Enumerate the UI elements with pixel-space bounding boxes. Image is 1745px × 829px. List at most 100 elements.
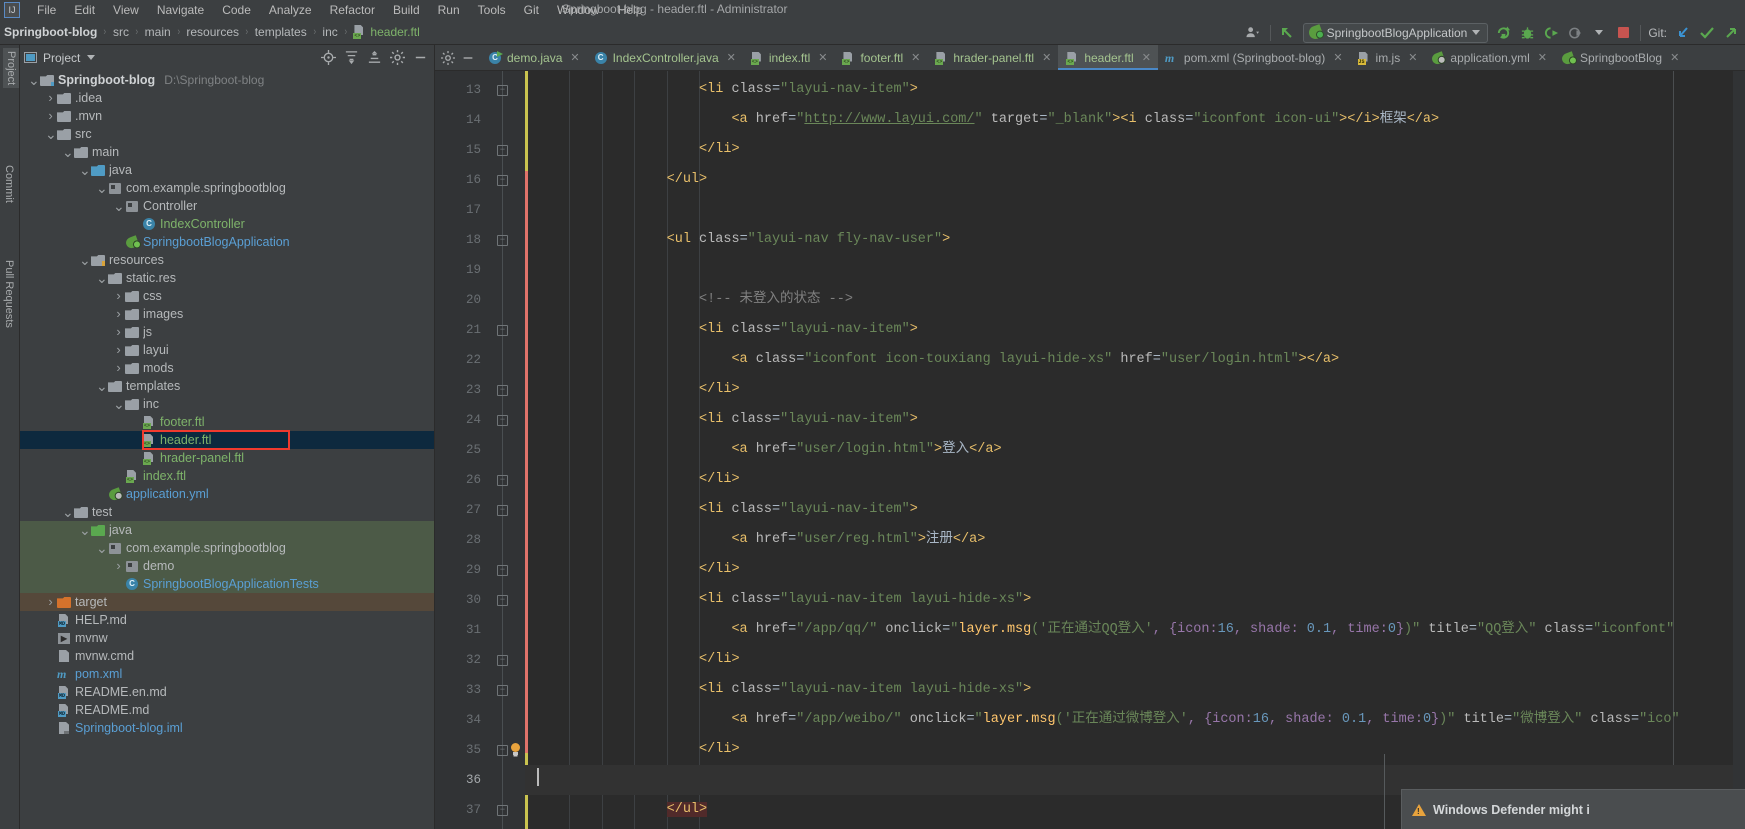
tree-item-target[interactable]: › target xyxy=(20,593,434,611)
menu-git[interactable]: Git xyxy=(515,1,548,19)
code-line[interactable] xyxy=(525,195,1745,225)
git-commit-icon[interactable] xyxy=(1695,22,1719,44)
tree-item-resources[interactable]: ⌄ resources xyxy=(20,251,434,269)
chevron-right-icon[interactable]: › xyxy=(45,91,56,105)
code-line[interactable]: <a href="user/reg.html">注册</a> xyxy=(525,525,1745,555)
tree-item-com-example-springbootblog[interactable]: ⌄ com.example.springbootblog xyxy=(20,539,434,557)
code-fold-icon[interactable]: − xyxy=(497,85,508,96)
chevron-down-icon[interactable]: ⌄ xyxy=(96,271,108,285)
chevron-right-icon[interactable]: › xyxy=(113,325,124,339)
code-fold-icon[interactable]: − xyxy=(497,415,508,426)
chevron-down-icon[interactable]: ⌄ xyxy=(96,541,108,555)
editor-tab-indexcontroller-java[interactable]: C IndexController.java ✕ xyxy=(587,45,743,70)
breadcrumb-item-resources[interactable]: resources xyxy=(186,25,239,39)
profile-icon[interactable] xyxy=(1563,22,1587,44)
code-editor[interactable]: 12−13−1415−16−1718−192021−2223−24−2526−2… xyxy=(435,71,1745,829)
chevron-down-icon[interactable]: ⌄ xyxy=(79,523,91,537)
editor-gutter[interactable]: 12−13−1415−16−1718−192021−2223−24−2526−2… xyxy=(435,71,525,829)
menu-navigate[interactable]: Navigate xyxy=(148,1,213,19)
code-line[interactable]: </li> xyxy=(525,465,1745,495)
run-configuration-selector[interactable]: SpringbootBlogApplication xyxy=(1302,22,1489,43)
tree-item-index-ftl[interactable]: index.ftl xyxy=(20,467,434,485)
tree-item-static-res[interactable]: ⌄ static.res xyxy=(20,269,434,287)
chevron-right-icon[interactable]: › xyxy=(113,343,124,357)
breadcrumb-item-file[interactable]: header.ftl xyxy=(370,25,419,39)
gear-icon[interactable] xyxy=(438,47,458,69)
tree-item-hrader-panel-ftl[interactable]: hrader-panel.ftl xyxy=(20,449,434,467)
tree-item-help-md[interactable]: HELP.md xyxy=(20,611,434,629)
tree-item-footer-ftl[interactable]: footer.ftl xyxy=(20,413,434,431)
chevron-down-icon[interactable]: ⌄ xyxy=(28,73,40,87)
editor-tab-header-ftl[interactable]: header.ftl ✕ xyxy=(1058,45,1158,70)
tree-item-java[interactable]: ⌄ java xyxy=(20,521,434,539)
git-update-icon[interactable] xyxy=(1671,22,1695,44)
code-line[interactable]: <li class="layui-nav-item layui-hide-xs"… xyxy=(525,675,1745,705)
close-icon[interactable]: ✕ xyxy=(1042,51,1051,64)
code-line[interactable]: </ul> xyxy=(525,165,1745,195)
code-line[interactable]: <li class="layui-nav-item"> xyxy=(525,405,1745,435)
tool-window-button-project[interactable]: Project xyxy=(3,48,19,89)
code-line[interactable]: <ul class="layui-nav fly-nav-user"> xyxy=(525,225,1745,255)
tree-item-mvnw[interactable]: ▶ mvnw xyxy=(20,629,434,647)
tree-item-css[interactable]: › css xyxy=(20,287,434,305)
tree-item-readme-en-md[interactable]: README.en.md xyxy=(20,683,434,701)
tree-item-controller[interactable]: ⌄ Controller xyxy=(20,197,434,215)
locate-icon[interactable] xyxy=(317,46,340,69)
code-fold-icon[interactable]: − xyxy=(497,505,508,516)
expand-all-icon[interactable] xyxy=(340,46,363,69)
code-line[interactable]: <li class="layui-nav-item"> xyxy=(525,315,1745,345)
editor-tab-footer-ftl[interactable]: footer.ftl ✕ xyxy=(834,45,927,70)
close-icon[interactable]: ✕ xyxy=(1333,51,1342,64)
close-icon[interactable]: ✕ xyxy=(1670,51,1679,64)
chevron-down-icon[interactable]: ⌄ xyxy=(79,253,91,267)
tree-item-main[interactable]: ⌄ main xyxy=(20,143,434,161)
code-fold-icon[interactable]: − xyxy=(497,685,508,696)
run-with-coverage-icon[interactable] xyxy=(1539,22,1563,44)
tree-item-demo[interactable]: › demo xyxy=(20,557,434,575)
tree-item-springbootblogapplicationtests[interactable]: C SpringbootBlogApplicationTests xyxy=(20,575,434,593)
code-line[interactable]: </li> xyxy=(525,375,1745,405)
chevron-right-icon[interactable]: › xyxy=(113,361,124,375)
chevron-down-icon[interactable]: ⌄ xyxy=(79,163,91,177)
code-fold-icon[interactable]: − xyxy=(497,385,508,396)
close-icon[interactable]: ✕ xyxy=(911,51,920,64)
tree-item-header-ftl[interactable]: header.ftl xyxy=(20,431,434,449)
menu-refactor[interactable]: Refactor xyxy=(321,1,384,19)
tool-window-button-pull-requests[interactable]: Pull Requests xyxy=(3,260,15,328)
tree-item-idea[interactable]: › .idea xyxy=(20,89,434,107)
code-line[interactable]: <!-- 未登入的状态 --> xyxy=(525,285,1745,315)
tree-item-application-yml[interactable]: application.yml xyxy=(20,485,434,503)
code-line[interactable]: <li class="layui-nav-item layui-hide-xs"… xyxy=(525,585,1745,615)
tree-item-readme-md[interactable]: README.md xyxy=(20,701,434,719)
editor-tab-index-ftl[interactable]: index.ftl ✕ xyxy=(743,45,835,70)
collapse-all-icon[interactable] xyxy=(363,46,386,69)
menu-analyze[interactable]: Analyze xyxy=(260,1,321,19)
code-fold-icon[interactable]: − xyxy=(497,475,508,486)
tree-item-test[interactable]: ⌄ test xyxy=(20,503,434,521)
code-line[interactable] xyxy=(525,255,1745,285)
intention-bulb-icon[interactable] xyxy=(510,743,521,757)
editor-tab-demo-java[interactable]: Cdemo.java ✕ xyxy=(481,45,587,70)
code-line[interactable]: <a class="iconfont icon-touxiang layui-h… xyxy=(525,345,1745,375)
tree-item-springboot-blog[interactable]: ⌄ Springboot-blog D:\Springboot-blog xyxy=(20,71,434,89)
close-icon[interactable]: ✕ xyxy=(1408,51,1417,64)
close-icon[interactable]: ✕ xyxy=(727,51,736,64)
tree-item-mods[interactable]: › mods xyxy=(20,359,434,377)
editor-tab-im-js[interactable]: im.js ✕ xyxy=(1350,45,1425,70)
tree-item-inc[interactable]: ⌄ inc xyxy=(20,395,434,413)
code-line[interactable]: <a href="/app/weibo/" onclick="layer.msg… xyxy=(525,705,1745,735)
code-line[interactable]: </li> xyxy=(525,645,1745,675)
tree-item-js[interactable]: › js xyxy=(20,323,434,341)
chevron-right-icon[interactable]: › xyxy=(45,109,56,123)
chevron-down-icon[interactable]: ⌄ xyxy=(62,145,74,159)
breadcrumb-item-inc[interactable]: inc xyxy=(322,25,337,39)
editor-tab-pom-xml-springboot-blog[interactable]: m pom.xml (Springboot-blog) ✕ xyxy=(1158,45,1350,70)
debug-icon[interactable] xyxy=(1515,22,1539,44)
code-fold-icon[interactable]: − xyxy=(497,235,508,246)
tree-item-src[interactable]: ⌄ src xyxy=(20,125,434,143)
tree-item-springbootblogapplication[interactable]: SpringbootBlogApplication xyxy=(20,233,434,251)
tree-item-images[interactable]: › images xyxy=(20,305,434,323)
chevron-down-icon[interactable] xyxy=(1587,22,1611,44)
user-icon[interactable] xyxy=(1241,22,1265,44)
close-icon[interactable]: ✕ xyxy=(570,51,579,64)
